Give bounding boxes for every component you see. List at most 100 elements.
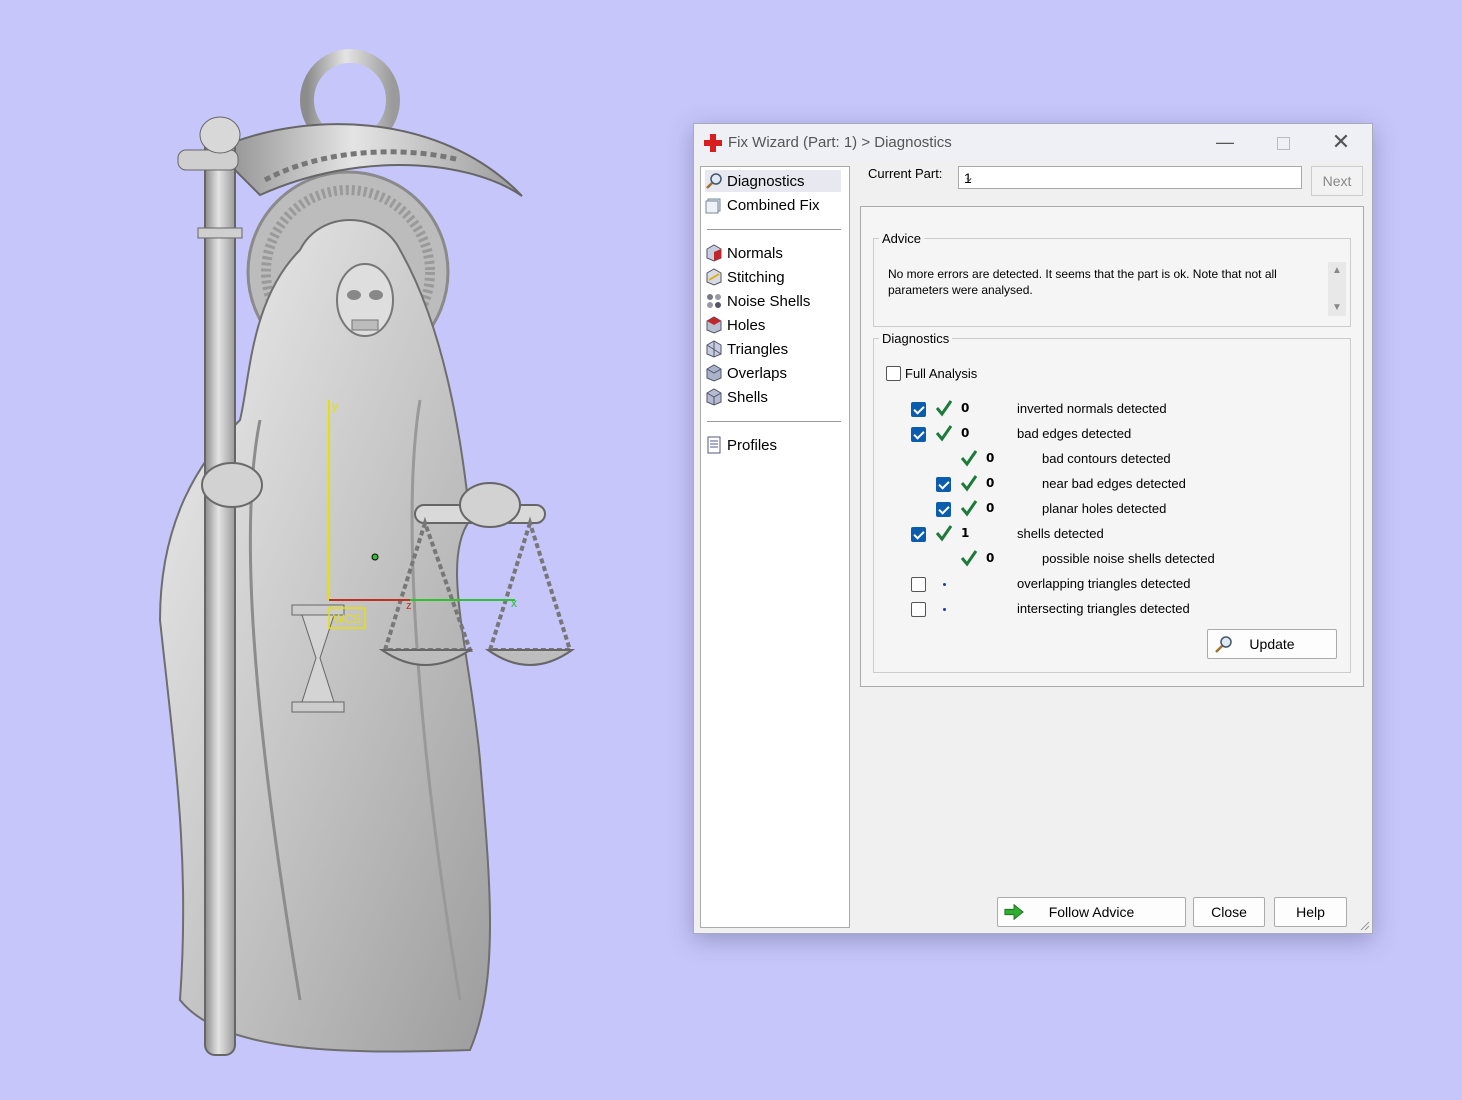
nav-item-stitching[interactable]: Stitching <box>705 266 841 288</box>
help-button[interactable]: Help <box>1274 897 1347 927</box>
nav-item-holes[interactable]: Holes <box>705 314 841 336</box>
z-axis-label: z <box>406 600 412 612</box>
resize-grip-icon[interactable] <box>1358 919 1370 931</box>
follow-advice-button[interactable]: Follow Advice <box>997 897 1186 927</box>
stitching-icon <box>706 268 722 286</box>
red-cross-icon <box>704 134 722 152</box>
pending-dot-icon <box>943 583 946 586</box>
checkmark-icon <box>960 500 978 517</box>
x-axis-label: x <box>511 596 517 610</box>
wcs-label: WCS <box>333 612 361 626</box>
nav-item-label: Triangles <box>727 340 789 358</box>
scroll-up-icon[interactable]: ▲ <box>1332 265 1342 276</box>
diagnostic-count: 0 <box>986 551 995 565</box>
update-label: Update <box>1249 636 1295 652</box>
nav-item-noise-shells[interactable]: Noise Shells <box>705 290 841 312</box>
nav-item-label: Normals <box>727 244 783 262</box>
scroll-down-icon[interactable]: ▼ <box>1332 302 1342 313</box>
magnifier-icon <box>706 173 722 189</box>
diagnostic-label: intersecting triangles detected <box>1017 601 1190 616</box>
diagnostic-label: bad contours detected <box>1042 451 1171 466</box>
diagnostic-label: near bad edges detected <box>1042 476 1186 491</box>
title-bar[interactable]: Fix Wizard (Part: 1) > Diagnostics — ✕ <box>694 124 1372 162</box>
noise-shells-icon <box>707 294 721 308</box>
checkmark-icon <box>935 400 953 417</box>
checkmark-icon <box>960 475 978 492</box>
diagnostic-checkbox[interactable] <box>911 402 926 417</box>
close-window-button[interactable]: ✕ <box>1321 130 1361 156</box>
diagnostic-checkbox[interactable] <box>911 577 926 592</box>
nav-item-triangles[interactable]: Triangles <box>705 338 841 360</box>
advice-legend: Advice <box>882 231 922 246</box>
checkmark-icon <box>935 425 953 442</box>
next-button[interactable]: Next <box>1311 166 1363 196</box>
holes-icon <box>706 316 722 334</box>
shells-icon <box>706 388 722 406</box>
nav-item-diagnostics[interactable]: Diagnostics <box>705 170 841 192</box>
nav-item-label: Combined Fix <box>727 196 820 214</box>
fix-wizard-dialog: Fix Wizard (Part: 1) > Diagnostics — ✕ D… <box>693 123 1373 934</box>
nav-item-profiles[interactable]: Profiles <box>705 434 841 456</box>
normals-icon <box>706 244 722 262</box>
follow-advice-label: Follow Advice <box>1048 904 1135 920</box>
diagnostic-label: planar holes detected <box>1042 501 1167 516</box>
nav-item-label: Profiles <box>727 436 778 454</box>
3d-viewport[interactable]: y x z WCS <box>0 0 680 1097</box>
diagnostic-label: inverted normals detected <box>1017 401 1167 416</box>
reaper-model <box>158 49 576 1056</box>
maximize-button[interactable] <box>1263 130 1303 156</box>
nav-divider <box>707 229 841 230</box>
nav-item-label: Diagnostics <box>727 172 805 190</box>
diagnostic-count: 0 <box>961 401 970 415</box>
triangles-icon <box>706 340 722 358</box>
diagnostic-checkbox[interactable] <box>911 602 926 617</box>
wizard-nav: Diagnostics Combined Fix Normals Stitchi… <box>700 166 850 928</box>
current-part-select[interactable]: 1 ⌄ <box>958 166 1302 189</box>
diagnostic-label: overlapping triangles detected <box>1017 576 1191 591</box>
checkmark-icon <box>960 450 978 467</box>
current-part-label: Current Part: <box>868 166 943 181</box>
full-analysis-label: Full Analysis <box>905 366 978 381</box>
diagnostic-label: possible noise shells detected <box>1042 551 1215 566</box>
nav-item-overlaps[interactable]: Overlaps <box>705 362 841 384</box>
y-axis-label: y <box>332 399 338 413</box>
diagnostic-count: 0 <box>961 426 970 440</box>
diagnostic-count: 0 <box>986 476 995 490</box>
nav-item-normals[interactable]: Normals <box>705 242 841 264</box>
diagnostic-checkbox[interactable] <box>911 427 926 442</box>
diagnostics-legend: Diagnostics <box>882 331 950 346</box>
diagnostic-count: 0 <box>986 501 995 515</box>
model-render: y x z WCS <box>158 49 576 1056</box>
nav-item-combined-fix[interactable]: Combined Fix <box>705 194 841 216</box>
update-button[interactable]: Update <box>1207 629 1337 659</box>
advice-text: No more errors are detected. It seems th… <box>888 267 1277 297</box>
minimize-button[interactable]: — <box>1205 130 1245 156</box>
chevron-down-icon: ⌄ <box>964 170 975 184</box>
close-button[interactable]: Close <box>1193 897 1265 927</box>
diagnostic-checkbox[interactable] <box>911 527 926 542</box>
diagnostic-count: 0 <box>986 451 995 465</box>
diagnostics-panel: Advice No more errors are detected. It s… <box>860 206 1364 687</box>
diagnostic-checkbox[interactable] <box>936 502 951 517</box>
nav-item-label: Stitching <box>727 268 785 286</box>
nav-item-label: Noise Shells <box>727 292 811 310</box>
full-analysis-checkbox[interactable] <box>886 366 901 381</box>
right-arrow-icon <box>1004 903 1024 921</box>
diagnostics-group: Diagnostics Full Analysis 0 inverted norm… <box>873 331 1351 673</box>
nav-item-label: Overlaps <box>727 364 788 382</box>
nav-item-label: Holes <box>727 316 766 334</box>
profiles-icon <box>707 436 721 454</box>
diagnostic-label: shells detected <box>1017 526 1104 541</box>
checkmark-icon <box>935 525 953 542</box>
diagnostic-checkbox[interactable] <box>936 477 951 492</box>
dialog-title: Fix Wizard (Part: 1) > Diagnostics <box>728 134 952 151</box>
diagnostic-count: 1 <box>961 526 970 540</box>
pending-dot-icon <box>943 608 946 611</box>
nav-item-shells[interactable]: Shells <box>705 386 841 408</box>
advice-scrollbar[interactable]: ▲ ▼ <box>1328 262 1346 316</box>
nav-item-label: Shells <box>727 388 768 406</box>
nav-divider <box>707 421 841 422</box>
magnifier-icon <box>1215 636 1232 653</box>
advice-group: Advice No more errors are detected. It s… <box>873 231 1351 327</box>
diagnostic-label: bad edges detected <box>1017 426 1132 441</box>
